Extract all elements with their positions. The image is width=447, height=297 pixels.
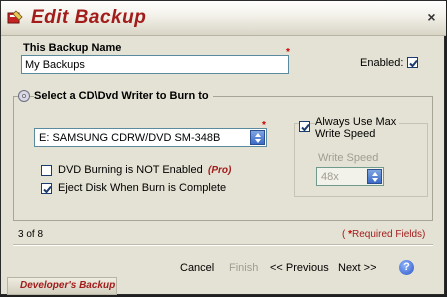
step-count: 3 of 8	[18, 229, 44, 240]
writer-section-title: Select a CD\Dvd Writer to Burn to	[34, 89, 213, 103]
updown-arrow-icon	[255, 133, 261, 143]
writer-select-value: E: SAMSUNG CDRW/DVD SM-348B	[39, 132, 221, 144]
finish-button[interactable]: Finish	[229, 262, 258, 274]
close-button[interactable]: ×	[424, 10, 439, 25]
next-button[interactable]: Next >>	[338, 262, 377, 274]
writer-select[interactable]: E: SAMSUNG CDRW/DVD SM-348B	[34, 128, 267, 147]
backup-name-input[interactable]	[21, 55, 289, 74]
always-max-speed-label-line2: Write Speed	[315, 128, 376, 140]
write-speed-select[interactable]: 48x	[316, 167, 384, 186]
write-speed-dropdown-button[interactable]	[367, 169, 382, 184]
enabled-label: Enabled:	[360, 57, 404, 69]
previous-button[interactable]: << Previous	[270, 262, 329, 274]
dvd-burning-checkbox[interactable]	[41, 165, 52, 176]
updown-arrow-icon	[372, 172, 378, 182]
eject-disk-label: Eject Disk When Burn is Complete	[58, 182, 227, 194]
eject-disk-checkbox[interactable]	[41, 183, 52, 194]
disc-icon	[18, 90, 30, 102]
enabled-checkbox[interactable]	[407, 57, 418, 68]
title-bar: Edit Backup ×	[1, 1, 446, 36]
write-speed-label: Write Speed	[318, 152, 379, 164]
pro-badge: (Pro)	[208, 165, 232, 176]
always-max-speed-checkbox[interactable]	[299, 121, 310, 132]
brand-label: Developer's Backup	[7, 277, 117, 295]
checkmark-icon	[301, 123, 310, 132]
checkmark-icon	[43, 185, 52, 194]
checkmark-icon	[409, 59, 418, 68]
backup-name-label: This Backup Name	[23, 42, 122, 54]
required-fields-note: ( *Required Fields)	[342, 229, 425, 240]
writer-required-mark: *	[262, 120, 266, 131]
writer-select-dropdown-button[interactable]	[250, 130, 265, 145]
required-note-text: Required Fields)	[352, 229, 426, 240]
cancel-button[interactable]: Cancel	[180, 262, 214, 274]
dvd-burning-label: DVD Burning is NOT Enabled	[58, 164, 203, 176]
always-max-speed-label: Always Use Max Write Speed	[315, 116, 400, 140]
help-icon[interactable]: ?	[399, 260, 414, 275]
edit-backup-window: Edit Backup × This Backup Name * Enabled…	[0, 0, 446, 295]
footer-divider	[13, 244, 433, 246]
always-max-speed-label-line1: Always Use Max	[315, 116, 397, 128]
write-speed-value: 48x	[321, 171, 339, 183]
window-title: Edit Backup	[31, 7, 147, 28]
app-icon	[7, 10, 23, 24]
